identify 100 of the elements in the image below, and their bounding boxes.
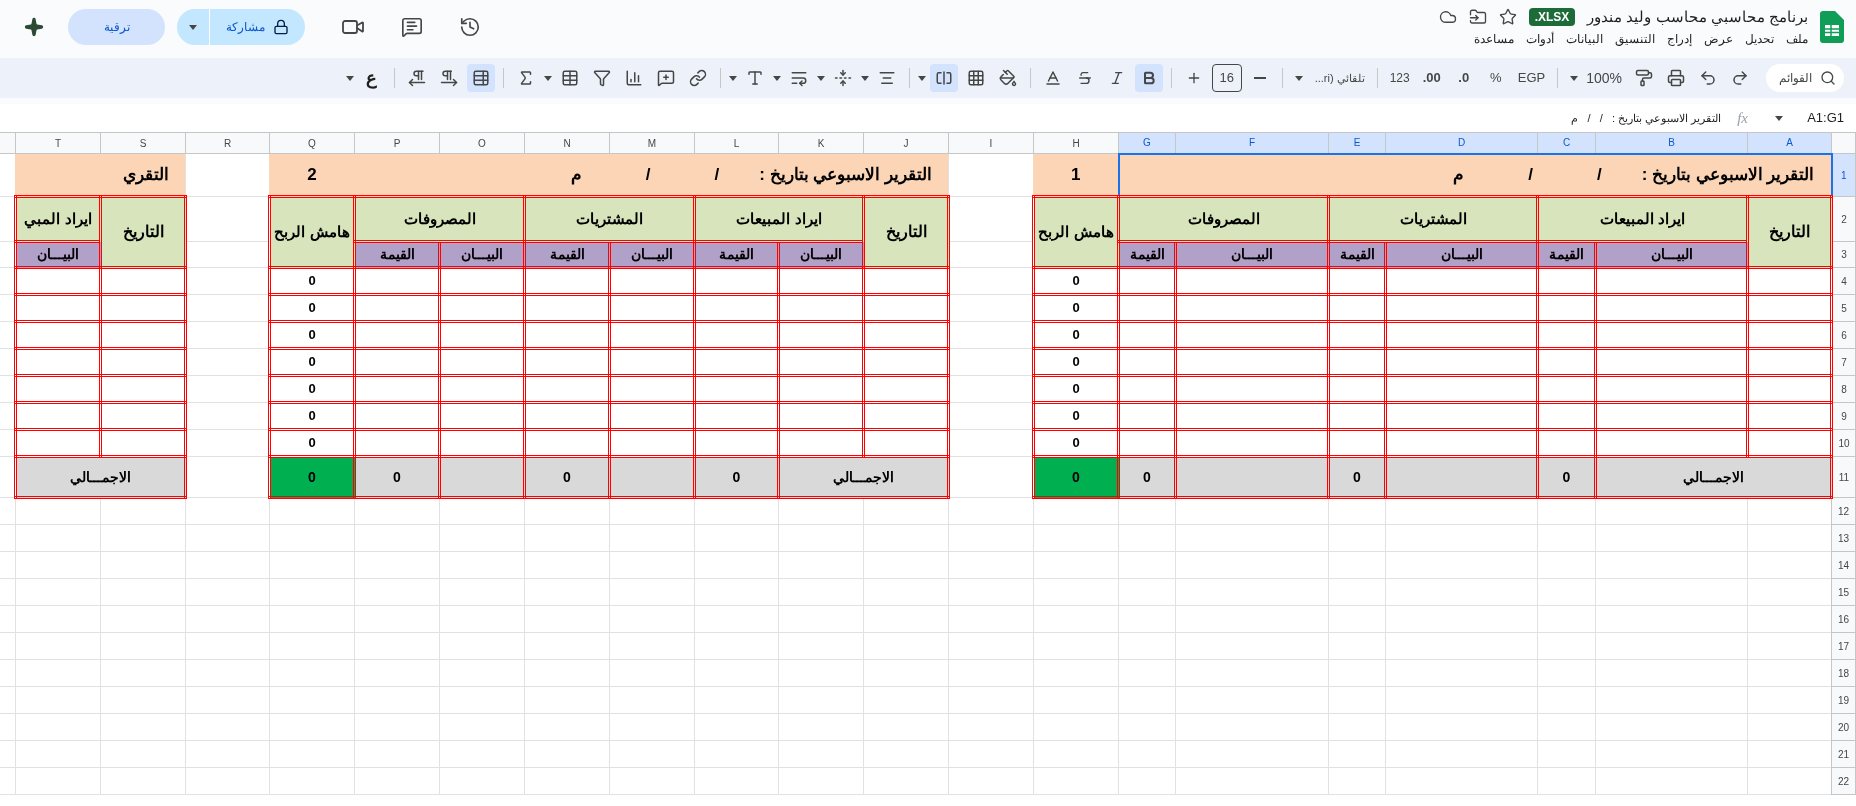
- caret-icon[interactable]: [1294, 75, 1303, 81]
- sub-header: البيـــان: [1595, 241, 1748, 268]
- column-header[interactable]: A: [1747, 132, 1832, 154]
- star-icon[interactable]: [1498, 8, 1517, 26]
- row-header[interactable]: 18: [1831, 659, 1856, 687]
- search-icon: [1820, 70, 1836, 86]
- menu-item[interactable]: ملف: [1786, 30, 1808, 49]
- bold-button[interactable]: [1134, 64, 1163, 92]
- caret-icon[interactable]: [1775, 115, 1784, 121]
- table-direction-button[interactable]: [466, 64, 495, 92]
- table-header: التاريخ: [1747, 196, 1832, 268]
- cloud-icon[interactable]: [1438, 8, 1457, 26]
- search-field[interactable]: القوائم: [1766, 64, 1844, 92]
- upgrade-button[interactable]: ترقية: [68, 9, 165, 45]
- caret-icon[interactable]: [772, 75, 781, 81]
- row-header[interactable]: 6: [1831, 321, 1856, 349]
- menu-item[interactable]: البيانات: [1566, 30, 1603, 49]
- history-icon[interactable]: [459, 16, 481, 38]
- table-cell: 0: [524, 456, 610, 498]
- date-mark: /: [1596, 164, 1602, 186]
- menu-item[interactable]: أدوات: [1526, 30, 1554, 49]
- increase-decimals-button[interactable]: .00: [1417, 64, 1446, 92]
- table-cell: 0: [1033, 348, 1119, 376]
- row-header[interactable]: 16: [1831, 605, 1856, 633]
- decrease-decimals-button[interactable]: .0: [1449, 64, 1478, 92]
- formula-field[interactable]: التقرير الاسبوعي بتاريخ : / / م: [1571, 109, 1722, 127]
- column-header[interactable]: N: [524, 132, 610, 154]
- input-tools-button[interactable]: ع: [357, 64, 386, 92]
- row-header[interactable]: 12: [1831, 497, 1856, 525]
- table-cell: 0: [1033, 267, 1119, 295]
- report-number: 2: [307, 164, 317, 184]
- date-mark: /: [714, 163, 720, 186]
- caret-icon[interactable]: [728, 75, 737, 81]
- menu-item[interactable]: عرض: [1704, 30, 1733, 49]
- row-header[interactable]: 9: [1831, 402, 1856, 430]
- filter-icon: [592, 69, 611, 87]
- strikethrough-icon: [1076, 70, 1093, 86]
- profit-total: 0: [1033, 456, 1119, 498]
- caret-icon[interactable]: [543, 75, 552, 81]
- report-title: التقري: [123, 163, 169, 187]
- column-header[interactable]: S: [100, 132, 186, 154]
- column-header[interactable]: R: [185, 132, 270, 154]
- caret-icon[interactable]: [345, 75, 354, 81]
- row-header[interactable]: 4: [1831, 267, 1856, 295]
- column-header[interactable]: E: [1328, 132, 1386, 154]
- caret-icon[interactable]: [917, 75, 926, 81]
- column-header[interactable]: P: [354, 132, 440, 154]
- row-header[interactable]: 15: [1831, 578, 1856, 606]
- column-header[interactable]: T: [15, 132, 101, 154]
- number-format-button[interactable]: 123: [1385, 64, 1414, 92]
- caret-icon[interactable]: [860, 75, 869, 81]
- column-header[interactable]: K: [778, 132, 864, 154]
- row-header[interactable]: 7: [1831, 348, 1856, 376]
- row-header[interactable]: 20: [1831, 713, 1856, 741]
- currency-button[interactable]: EGP: [1513, 64, 1550, 92]
- row-header[interactable]: 5: [1831, 294, 1856, 322]
- column-header[interactable]: L: [694, 132, 779, 154]
- row-header[interactable]: 13: [1831, 524, 1856, 552]
- name-box[interactable]: A1:G1: [1764, 108, 1844, 128]
- column-header[interactable]: D: [1385, 132, 1538, 154]
- column-header[interactable]: M: [609, 132, 695, 154]
- column-header[interactable]: B: [1595, 132, 1748, 154]
- font-dropdown[interactable]: تلقائي (ri...: [1290, 69, 1369, 87]
- row-header[interactable]: 14: [1831, 551, 1856, 579]
- table-cell: [1118, 375, 1176, 403]
- menu-item[interactable]: مساعدة: [1474, 30, 1514, 49]
- spreadsheet-logo-icon[interactable]: [1820, 11, 1844, 43]
- column-header[interactable]: O: [439, 132, 525, 154]
- column-header[interactable]: J: [863, 132, 949, 154]
- row-header[interactable]: 17: [1831, 632, 1856, 660]
- lock-icon: [273, 19, 289, 35]
- column-header[interactable]: H: [1033, 132, 1119, 154]
- merge-button[interactable]: [929, 64, 958, 92]
- caret-icon[interactable]: [816, 75, 825, 81]
- row-header[interactable]: 19: [1831, 686, 1856, 714]
- row-header[interactable]: 22: [1831, 767, 1856, 795]
- document-title[interactable]: برنامج محاسبي محاسب وليد مندور: [1587, 5, 1808, 29]
- folder-icon[interactable]: [1468, 8, 1487, 26]
- font-size-field[interactable]: 16: [1211, 64, 1242, 92]
- zoom-dropdown[interactable]: 100%: [1566, 67, 1626, 89]
- comment-icon[interactable]: [401, 16, 423, 38]
- caret-icon[interactable]: [1570, 75, 1579, 81]
- group-header: المشتريات: [1328, 196, 1538, 242]
- row-header[interactable]: 10: [1831, 429, 1856, 457]
- caret-icon[interactable]: [189, 24, 197, 30]
- percent-button[interactable]: %: [1481, 64, 1510, 92]
- row-header[interactable]: 8: [1831, 375, 1856, 403]
- pilcrow-icon: [407, 69, 426, 87]
- row-header[interactable]: 21: [1831, 740, 1856, 768]
- column-header[interactable]: G: [1118, 132, 1176, 154]
- sparkle-icon[interactable]: [24, 17, 44, 37]
- group-header: ايراد المبيعات: [1537, 196, 1748, 242]
- table-cell: 0: [1328, 456, 1386, 498]
- menu-item[interactable]: إدراج: [1667, 30, 1692, 49]
- menu-item[interactable]: التنسيق: [1615, 30, 1655, 49]
- column-header[interactable]: F: [1175, 132, 1329, 154]
- column-header[interactable]: I: [948, 132, 1034, 154]
- menu-item[interactable]: تحديل: [1745, 30, 1774, 49]
- column-header[interactable]: Q: [269, 132, 355, 154]
- column-header[interactable]: C: [1537, 132, 1596, 154]
